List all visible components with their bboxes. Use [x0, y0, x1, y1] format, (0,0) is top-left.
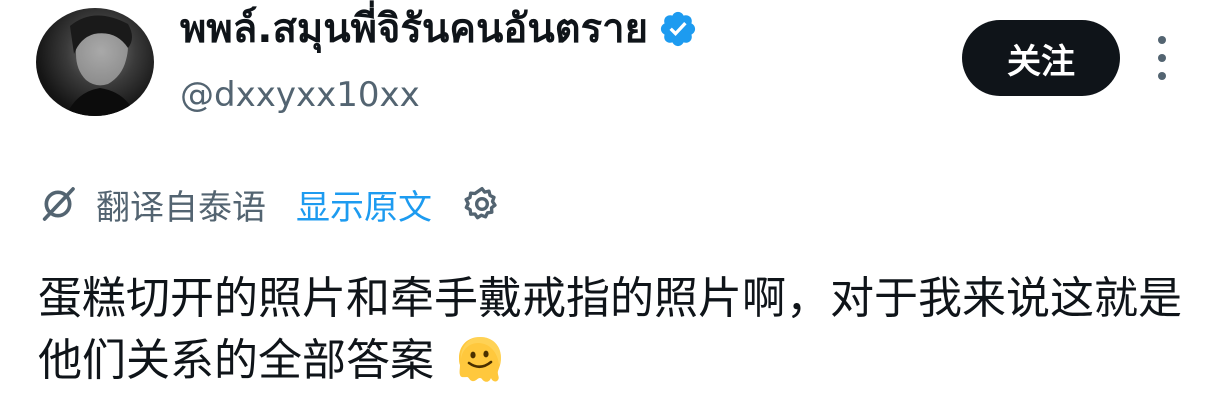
- verified-badge-icon: [660, 11, 696, 47]
- tweet-body: 蛋糕切开的照片和牵手戴戒指的照片啊，对于我来说这就是他们关系的全部答案: [38, 268, 1188, 392]
- show-original-link[interactable]: 显示原文: [296, 180, 432, 229]
- avatar[interactable]: [36, 8, 154, 116]
- more-dot: [1158, 36, 1166, 44]
- more-dot: [1158, 72, 1166, 80]
- display-name[interactable]: พพล์.สมุนพี่จิรันคนอันตราย: [180, 0, 698, 58]
- translate-off-icon: [42, 187, 75, 221]
- translated-from-label: 翻译自泰语: [96, 187, 266, 228]
- gear-icon[interactable]: [462, 184, 502, 224]
- user-handle[interactable]: @dxxyxx10xx: [180, 70, 420, 120]
- more-vertical-icon[interactable]: [1150, 36, 1174, 80]
- more-dot: [1158, 54, 1166, 62]
- tweet-text: 蛋糕切开的照片和牵手戴戒指的照片啊，对于我来说这就是他们关系的全部答案: [38, 273, 1182, 386]
- translation-bar: 翻译自泰语 显示原文: [38, 178, 502, 230]
- follow-button[interactable]: 关注: [962, 20, 1120, 96]
- melting-face-emoji: [459, 337, 501, 382]
- display-name-text[interactable]: พพล์.สมุนพี่จิรันคนอันตราย: [180, 0, 648, 58]
